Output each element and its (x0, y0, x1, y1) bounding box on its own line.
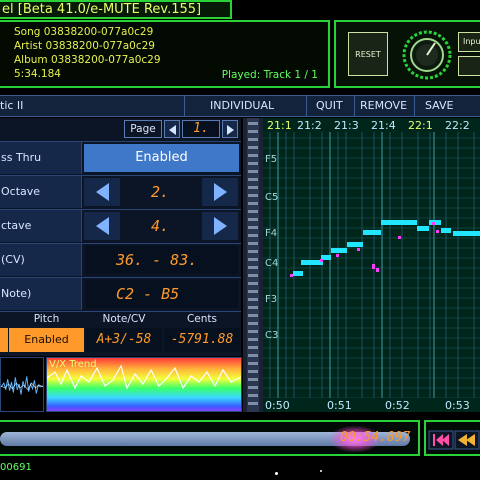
input-value-box[interactable] (458, 56, 480, 76)
preset-name[interactable]: tic II (0, 99, 23, 112)
scrollbar-track (247, 118, 259, 412)
note-label: F5 (265, 154, 278, 165)
artist-name: Artist 03838200-077a0c29 (14, 40, 155, 52)
pitch-toggle[interactable]: Enabled (9, 328, 84, 352)
track-info-panel: Song 03838200-077a0c29 Artist 03838200-0… (0, 20, 330, 88)
piano-roll[interactable]: 21:1 21:2 21:3 21:4 22:1 22:2 F5 C5 F4 C… (263, 118, 480, 412)
track-time: 5:34.184 (14, 68, 61, 80)
quit-button[interactable]: QUIT (316, 99, 343, 112)
row-label: ctave (0, 210, 82, 242)
row-label: ss Thru (0, 142, 82, 174)
triangle-left-icon (168, 125, 176, 135)
octave-value: 4. (150, 217, 170, 235)
page-next-button[interactable] (222, 120, 238, 138)
pitch-header: Pitch (33, 313, 60, 325)
reset-button[interactable]: RESET (348, 32, 388, 76)
bar-label: 21:3 (334, 119, 359, 132)
time-label: 0:50 (265, 399, 290, 412)
song-title: Song 03838200-077a0c29 (14, 26, 154, 38)
sparkle-decoration (320, 470, 322, 472)
individual-button[interactable]: INDIVIDUAL (210, 99, 274, 112)
cents-value: -5791.88 (164, 328, 240, 352)
cents-header: Cents (186, 313, 218, 325)
low-octave-row: Octave 2. (0, 175, 241, 208)
range-cv-row: (CV) 36. - 83. (0, 243, 241, 276)
knob-panel: RESET Inpu (334, 20, 480, 88)
divider (306, 96, 307, 116)
piano-roll-grid (263, 118, 480, 412)
octave-value: 2. (150, 183, 170, 201)
note-range-value[interactable]: C2 - B5 (86, 280, 238, 308)
toolbar: tic II INDIVIDUAL QUIT REMOVE SAVE (0, 95, 480, 117)
spectrum-label: V/X Trend (49, 359, 97, 370)
page-number: 1. (182, 120, 220, 138)
album-name: Album 03838200-077a0c29 (14, 54, 161, 66)
row-label: Octave (0, 176, 82, 208)
settings-panel: Page 1. ss Thru Enabled Octave 2. ctave … (0, 118, 241, 356)
page-row: Page 1. (0, 118, 241, 140)
volume-knob[interactable] (400, 28, 454, 82)
note-label: C3 (265, 330, 279, 341)
sparkle-decoration (275, 472, 278, 475)
bar-label: 21:4 (371, 119, 396, 132)
remove-button[interactable]: REMOVE (360, 99, 407, 112)
octave-increment-button[interactable] (202, 212, 238, 240)
waveform-display (0, 357, 44, 412)
played-status: Played: Track 1 / 1 (221, 69, 318, 81)
octave-decrement-button[interactable] (84, 178, 120, 206)
frame-counter: 00691 (0, 462, 32, 473)
triangle-left-icon (95, 217, 109, 235)
trend-spectrum: V/X Trend (46, 357, 242, 412)
row-label: Note) (0, 278, 82, 310)
bar-label: 21:1 (267, 119, 292, 132)
notecv-header: Note/CV (102, 313, 146, 325)
note-label: F4 (265, 228, 278, 239)
divider (184, 96, 185, 116)
triangle-left-icon (95, 183, 109, 201)
note-label: F3 (265, 294, 278, 305)
note-label: C4 (265, 258, 279, 269)
transport-controls (424, 420, 480, 456)
octave-decrement-button[interactable] (84, 212, 120, 240)
cv-range-value[interactable]: 36. - 83. (86, 246, 238, 274)
triangle-right-icon (226, 125, 234, 135)
skip-back-icon[interactable] (428, 430, 454, 450)
octave-increment-button[interactable] (202, 178, 238, 206)
roll-scrollbar[interactable] (243, 118, 263, 412)
row-indicator (0, 328, 8, 352)
range-note-row: Note) C2 - B5 (0, 277, 241, 310)
bar-label: 21:2 (297, 119, 322, 132)
save-button[interactable]: SAVE (425, 99, 453, 112)
bar-label: 22:1 (408, 119, 433, 132)
page-prev-button[interactable] (164, 120, 180, 138)
window-title: el [Beta 41.0/e-MUTE Rev.155] (0, 0, 232, 19)
input-button[interactable]: Inpu (458, 32, 480, 52)
high-octave-row: ctave 4. (0, 209, 241, 242)
table-header: Pitch Note/CV Cents (0, 311, 241, 327)
triangle-right-icon (213, 183, 227, 201)
rewind-icon[interactable] (454, 430, 480, 450)
page-label: Page (124, 120, 162, 138)
divider (354, 96, 355, 116)
time-label: 0:52 (385, 399, 410, 412)
playback-position: 00:54.897 (340, 430, 411, 445)
row-label: (CV) (0, 244, 82, 276)
table-row: Enabled A+3/-58 -5791.88 (0, 328, 241, 352)
playback-bar: 00:54.897 (0, 420, 420, 456)
triangle-right-icon (213, 217, 227, 235)
time-label: 0:53 (445, 399, 470, 412)
notecv-value: A+3/-58 (86, 328, 162, 352)
time-label: 0:51 (327, 399, 352, 412)
divider (414, 96, 415, 116)
pass-thru-row: ss Thru Enabled (0, 141, 241, 174)
bar-label: 22:2 (445, 119, 470, 132)
pass-thru-toggle[interactable]: Enabled (84, 144, 239, 172)
note-label: C5 (265, 192, 279, 203)
